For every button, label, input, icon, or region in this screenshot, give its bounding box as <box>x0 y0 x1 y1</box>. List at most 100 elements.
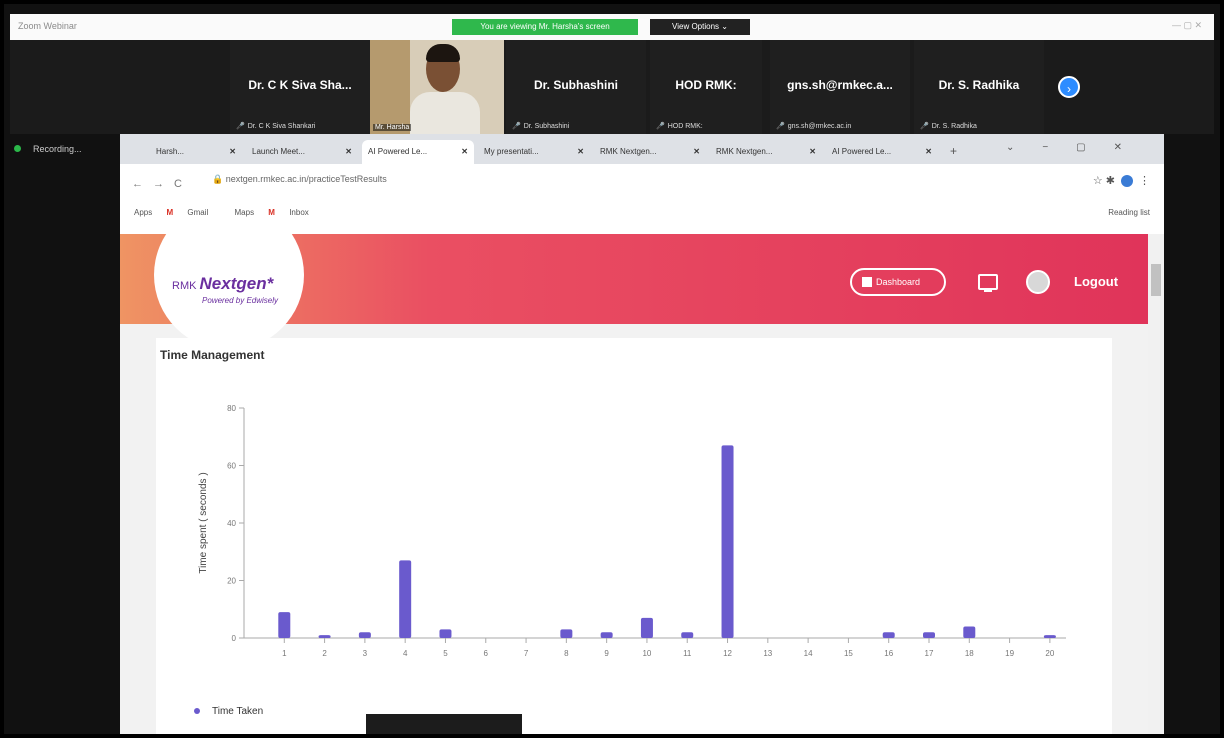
participant-tile[interactable]: gns.sh@rmkec.a... 🎤 gns.sh@rmkec.ac.in <box>770 40 910 134</box>
time-bar-chart: 020406080Time spent ( seconds )1 2 3 4 5 6 7 8 9… <box>198 404 1066 658</box>
monitor-icon[interactable] <box>978 274 998 292</box>
mic-muted-icon: 🎤 <box>656 123 665 130</box>
recording-indicator[interactable]: Recording... <box>14 144 82 154</box>
browser-tab[interactable]: Harsh... ✕ <box>150 140 242 164</box>
bar <box>681 632 694 638</box>
close-tab-icon: ✕ <box>693 147 700 156</box>
window-controls[interactable]: — ▢ ✕ <box>1172 20 1202 31</box>
bar <box>439 629 452 638</box>
url-field[interactable]: 🔒 nextgen.rmkec.ac.in/practiceTestResult… <box>212 174 387 185</box>
x-tick-label: 18 <box>965 649 974 658</box>
recording-label: Recording... <box>33 144 82 154</box>
legend-label: Time Taken <box>212 706 264 717</box>
section-title: Time Management <box>160 348 265 362</box>
browser-tab[interactable]: RMK Nextgen... ✕ <box>710 140 822 164</box>
chart-legend: Time Taken <box>194 706 263 717</box>
browser-tab[interactable]: Launch Meet... ✕ <box>246 140 358 164</box>
participant-name: gns.sh@rmkec.a... <box>787 78 893 92</box>
bar <box>600 632 613 638</box>
speaker-video <box>410 92 480 134</box>
x-tick-label: 7 <box>524 649 529 658</box>
browser-tab[interactable]: AI Powered Le... ✕ <box>826 140 938 164</box>
participant-label: Dr. Subhashini <box>523 123 570 130</box>
address-bar: ←→C 🔒 nextgen.rmkec.ac.in/practiceTestRe… <box>120 164 1164 217</box>
x-tick-label: 11 <box>683 649 692 658</box>
avatar[interactable] <box>1026 270 1050 294</box>
close-tab-icon: ✕ <box>925 147 932 156</box>
zoom-titlebar: Zoom Webinar You are viewing Mr. Harsha'… <box>10 14 1214 40</box>
video-tile[interactable]: Mr. Harsha <box>370 40 504 134</box>
new-tab-icon[interactable]: + <box>950 144 957 158</box>
browser-tab[interactable]: RMK Nextgen... ✕ <box>594 140 706 164</box>
bookmarks-bar: Apps M Gmail Maps M Inbox <box>134 208 333 217</box>
bookmark-inbox[interactable]: M Inbox <box>268 208 320 217</box>
x-tick-label: 12 <box>723 649 732 658</box>
y-tick-label: 40 <box>227 519 236 528</box>
bookmark-maps[interactable]: Maps <box>235 208 255 217</box>
y-axis-label: Time spent ( seconds ) <box>198 472 209 573</box>
browser-window: Harsh... ✕ Launch Meet... ✕ AI Powered Le.… <box>120 134 1164 734</box>
reading-list-button[interactable]: Reading list <box>1108 208 1150 217</box>
x-tick-label: 2 <box>322 649 327 658</box>
participant-tile[interactable]: Dr. Subhashini 🎤 Dr. Subhashini <box>506 40 646 134</box>
x-tick-label: 3 <box>363 649 368 658</box>
participant-strip: Dr. C K Siva Sha... 🎤 Dr. C K Siva Shanka… <box>10 40 1214 134</box>
viewing-screen-banner: You are viewing Mr. Harsha's screen <box>452 19 638 35</box>
y-tick-label: 80 <box>227 404 236 413</box>
x-tick-label: 4 <box>403 649 408 658</box>
mic-muted-icon: 🎤 <box>512 123 521 130</box>
bar <box>399 560 412 638</box>
participant-tile[interactable]: Dr. S. Radhika 🎤 Dr. S. Radhika <box>914 40 1044 134</box>
bar <box>560 629 573 638</box>
tab-bar: Harsh... ✕ Launch Meet... ✕ AI Powered Le.… <box>120 134 1164 164</box>
participant-label: gns.sh@rmkec.ac.in <box>787 123 852 130</box>
bar <box>1043 635 1056 638</box>
participant-tile[interactable]: HOD RMK: 🎤 HOD RMK: <box>650 40 762 134</box>
bar <box>923 632 935 638</box>
zoom-window-title: Zoom Webinar <box>18 21 77 31</box>
page-content: RMK Nextgen* Powered by Edwisely Dashboa… <box>120 234 1148 734</box>
x-tick-label: 13 <box>763 649 772 658</box>
x-tick-label: 8 <box>564 649 569 658</box>
mic-muted-icon: 🎤 <box>776 123 785 130</box>
next-participants-icon[interactable]: › <box>1058 76 1080 98</box>
logo[interactable]: RMK Nextgen* <box>172 274 273 294</box>
bar <box>721 445 734 638</box>
close-tab-icon: ✕ <box>229 147 236 156</box>
participant-name: Dr. S. Radhika <box>938 78 1020 92</box>
x-tick-label: 1 <box>282 649 287 658</box>
dashboard-label: Dashboard <box>876 277 921 287</box>
status-dot-icon <box>14 145 21 152</box>
close-tab-icon: ✕ <box>461 147 468 156</box>
view-options-button[interactable]: View Options ⌄ <box>650 19 750 35</box>
logout-button[interactable]: Logout <box>1074 274 1118 289</box>
x-tick-label: 10 <box>642 649 651 658</box>
grid-icon <box>862 277 872 287</box>
browser-window-controls[interactable]: ⌄−▢✕ <box>1006 142 1150 153</box>
nav-buttons[interactable]: ←→C <box>132 178 192 190</box>
bar <box>640 617 653 638</box>
toolbar-icons[interactable]: ☆ ✱ ⋮ <box>1093 174 1150 188</box>
app-header: RMK Nextgen* Powered by Edwisely Dashboa… <box>120 234 1148 350</box>
browser-tab-active[interactable]: AI Powered Le... ✕ <box>362 140 474 164</box>
screen-share-toolbar[interactable] <box>366 714 522 734</box>
browser-tab[interactable]: My presentati... ✕ <box>478 140 590 164</box>
scrollbar[interactable] <box>1148 234 1164 734</box>
x-tick-label: 19 <box>1005 649 1014 658</box>
x-tick-label: 6 <box>484 649 489 658</box>
bookmark-gmail[interactable]: M Gmail <box>166 208 220 217</box>
dashboard-button[interactable]: Dashboard <box>850 268 946 296</box>
bar <box>358 632 371 638</box>
bar <box>882 632 895 638</box>
x-tick-label: 20 <box>1045 649 1054 658</box>
video-label: Mr. Harsha <box>373 124 412 131</box>
close-tab-icon: ✕ <box>345 147 352 156</box>
y-tick-label: 20 <box>227 577 236 586</box>
close-tab-icon: ✕ <box>809 147 816 156</box>
bar <box>318 635 331 638</box>
bookmark-apps[interactable]: Apps <box>134 208 152 217</box>
profile-icon <box>1121 175 1133 188</box>
participant-name: HOD RMK: <box>675 78 737 92</box>
participant-tile[interactable]: Dr. C K Siva Sha... 🎤 Dr. C K Siva Shanka… <box>230 40 370 134</box>
participant-label: Dr. C K Siva Shankari <box>247 123 316 130</box>
